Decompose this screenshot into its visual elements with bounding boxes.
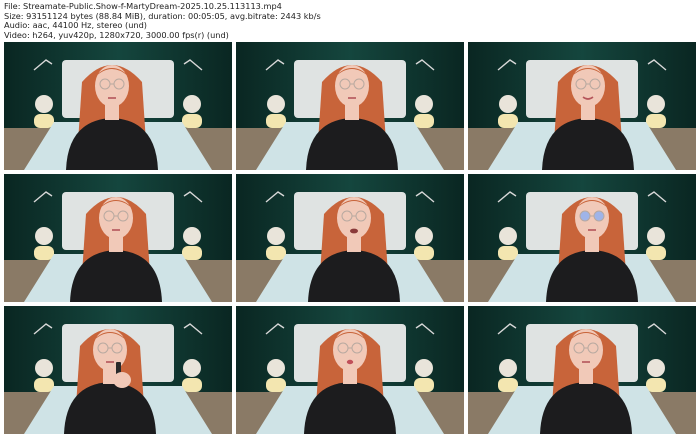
video-thumbnail-5 bbox=[236, 174, 464, 302]
video-thumbnail-1 bbox=[4, 42, 232, 170]
thumbnail-grid bbox=[4, 42, 696, 434]
video-thumbnail-9 bbox=[468, 306, 696, 434]
video-thumbnail-3 bbox=[468, 42, 696, 170]
video-info-line: Video: h264, yuv420p, 1280x720, 3000.00 … bbox=[4, 29, 229, 40]
video-thumbnail-7 bbox=[4, 306, 232, 434]
file-info-header: File: Streamate-Public.Show-f-MartyDream… bbox=[4, 1, 321, 40]
video-thumbnail-2 bbox=[236, 42, 464, 170]
video-thumbnail-6 bbox=[468, 174, 696, 302]
video-thumbnail-8 bbox=[236, 306, 464, 434]
video-thumbnail-4 bbox=[4, 174, 232, 302]
